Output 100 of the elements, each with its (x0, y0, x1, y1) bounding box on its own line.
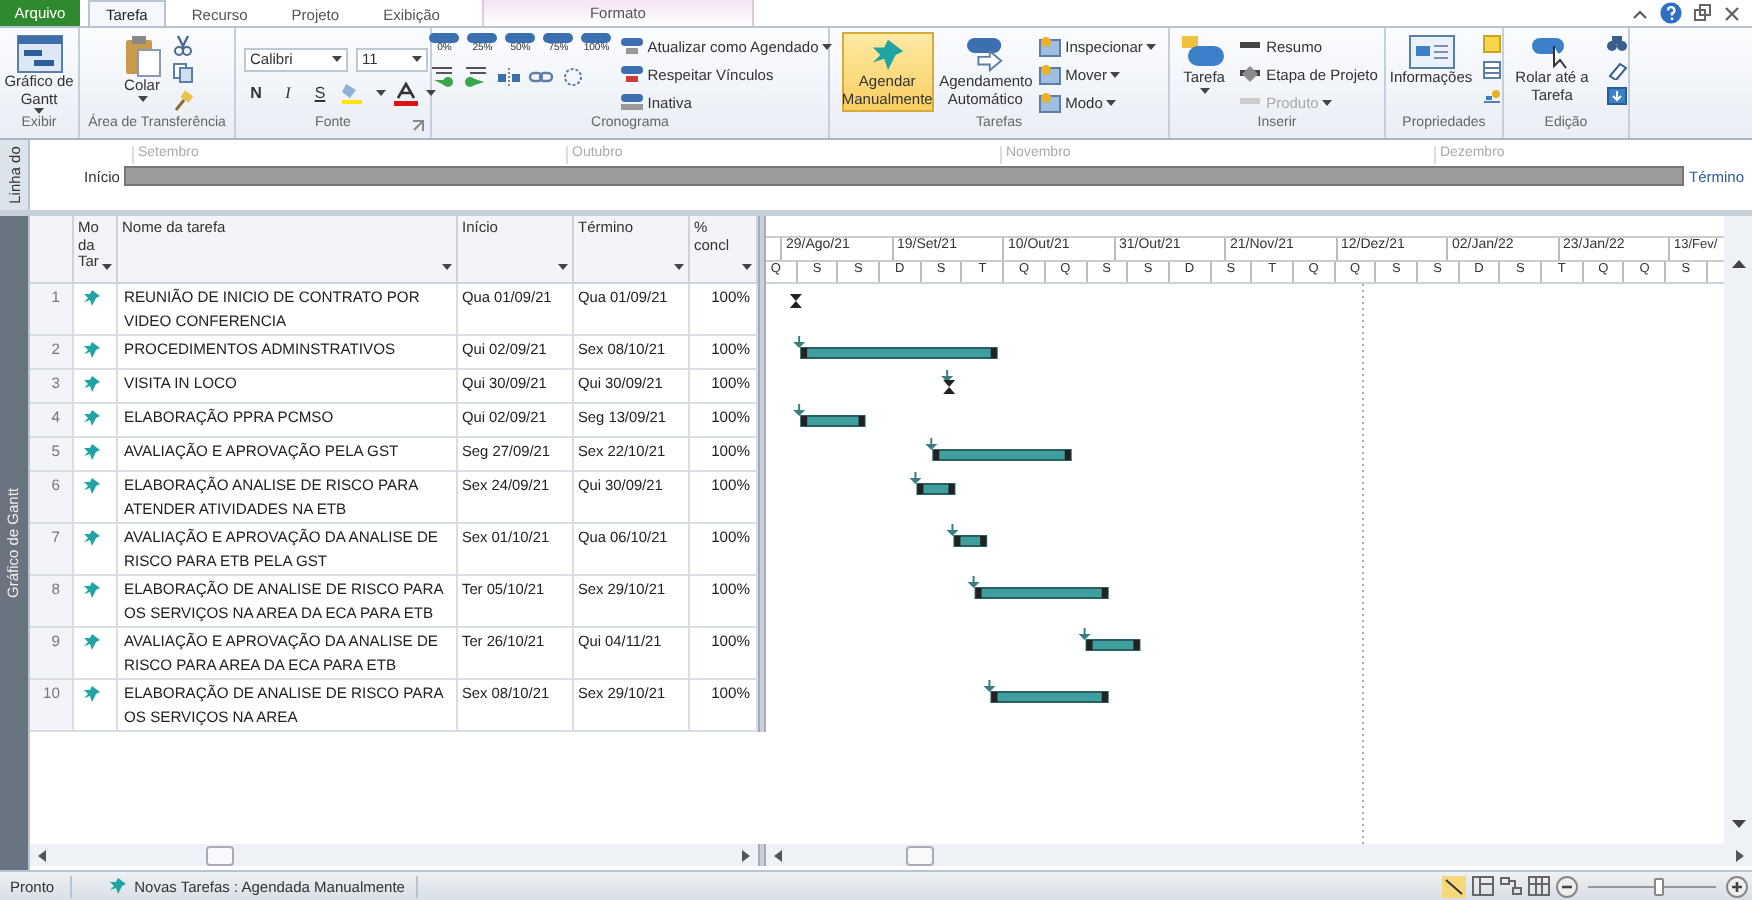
chart-icon (15, 34, 63, 74)
scroll-right-icon[interactable] (1736, 849, 1744, 861)
pin-icon (82, 632, 102, 652)
pin-icon (82, 528, 102, 548)
scroll-left-icon[interactable] (774, 849, 782, 861)
pin-icon (82, 288, 102, 308)
caret-icon (1110, 71, 1121, 77)
caret-icon (674, 264, 684, 270)
task-bar (974, 587, 1109, 599)
pill-icon (542, 32, 575, 44)
clear-icon[interactable] (1606, 60, 1628, 80)
task-bar-icon (619, 36, 644, 56)
task-icon (1180, 34, 1229, 70)
caret-icon (742, 264, 752, 270)
italic-button[interactable]: I (276, 81, 300, 105)
pin-icon (108, 876, 129, 896)
table-scrollbar[interactable] (30, 844, 758, 866)
task-bar (990, 691, 1109, 703)
caret-icon (822, 43, 833, 49)
network-diagram-icon[interactable] (1500, 876, 1522, 896)
scroll-up-icon[interactable] (1731, 260, 1745, 268)
caret-icon (442, 264, 452, 270)
caret-icon (1106, 99, 1117, 105)
timeline-icon[interactable] (1482, 86, 1503, 106)
copy-icon[interactable] (172, 62, 196, 84)
gantt-view-icon[interactable] (1442, 875, 1466, 897)
caret-icon (1322, 99, 1333, 105)
zoom-slider-thumb[interactable] (1653, 877, 1664, 895)
pin-icon (82, 408, 102, 428)
caret-icon (376, 90, 386, 96)
caret-icon (412, 56, 422, 62)
zoom-out-icon[interactable] (1556, 875, 1578, 897)
resource-sheet-icon[interactable] (1528, 876, 1550, 896)
zoom-in-icon[interactable] (1726, 875, 1748, 897)
information-icon (1407, 34, 1455, 70)
caret-icon (1146, 43, 1157, 49)
dependency-arrow (909, 472, 922, 484)
pill-icon (466, 32, 499, 44)
pin-icon (82, 684, 102, 704)
format-painter-icon[interactable] (172, 90, 194, 112)
link-icon[interactable] (527, 66, 554, 88)
caret-icon (102, 264, 112, 270)
task-bar-icon (619, 64, 644, 84)
minimize-ribbon-icon[interactable] (1632, 5, 1648, 21)
dependency-arrow (946, 524, 959, 536)
details-icon[interactable] (1482, 60, 1503, 80)
split-task-icon[interactable] (495, 66, 522, 88)
dependency-arrow (983, 680, 996, 692)
task-bar-icon (619, 92, 644, 112)
find-icon[interactable] (1606, 34, 1628, 54)
pin-icon (82, 580, 102, 600)
task-bar (800, 415, 866, 427)
pill-icon (428, 32, 461, 44)
window-icon (1037, 63, 1062, 85)
close-icon[interactable] (1724, 5, 1740, 21)
scroll-thumb[interactable] (206, 846, 234, 866)
font-color-icon[interactable] (394, 81, 418, 105)
caret-icon (1199, 87, 1210, 93)
scroll-down-icon[interactable] (1731, 820, 1745, 828)
bold-button[interactable]: N (244, 81, 268, 105)
underline-button[interactable]: S (308, 81, 332, 105)
pin-icon (82, 374, 102, 394)
task-usage-icon[interactable] (1472, 876, 1494, 896)
pill-icon (580, 32, 613, 44)
milestone-marker (789, 294, 802, 308)
dependency-arrow (793, 404, 806, 416)
window-icon (1037, 35, 1062, 57)
select-all-cell[interactable] (30, 216, 74, 284)
summary-icon (1238, 64, 1263, 84)
caret-icon (426, 90, 436, 96)
task-bar (953, 535, 988, 547)
restore-icon[interactable] (1694, 4, 1712, 22)
clipboard-icon (122, 34, 162, 78)
fill-icon[interactable] (1606, 86, 1628, 106)
dialog-launcher-icon[interactable] (412, 120, 424, 132)
dependency-arrow (1078, 628, 1091, 640)
scroll-thumb[interactable] (906, 846, 934, 866)
dependency-arrow (793, 336, 806, 348)
scroll-left-icon[interactable] (38, 849, 46, 861)
task-bar (932, 449, 1072, 461)
pin-icon (82, 442, 102, 462)
cut-icon[interactable] (172, 34, 194, 56)
help-icon[interactable] (1660, 2, 1682, 24)
caret-icon (137, 95, 147, 101)
task-bar (916, 483, 956, 495)
milestone-marker (943, 380, 956, 394)
caret-icon (34, 108, 44, 114)
task-bar (1085, 639, 1141, 651)
pill-icon (504, 32, 537, 44)
chart-scrollbar[interactable] (766, 844, 1752, 866)
caret-icon (332, 56, 342, 62)
window-icon (1037, 91, 1062, 113)
caret-icon (558, 264, 568, 270)
pin-icon (82, 340, 102, 360)
dependency-arrow (967, 576, 980, 588)
scroll-right-icon[interactable] (742, 849, 750, 861)
unlink-icon[interactable] (559, 66, 586, 88)
indent-icon[interactable] (461, 66, 490, 88)
outdent-icon[interactable] (427, 66, 456, 88)
pin-icon (82, 476, 102, 496)
